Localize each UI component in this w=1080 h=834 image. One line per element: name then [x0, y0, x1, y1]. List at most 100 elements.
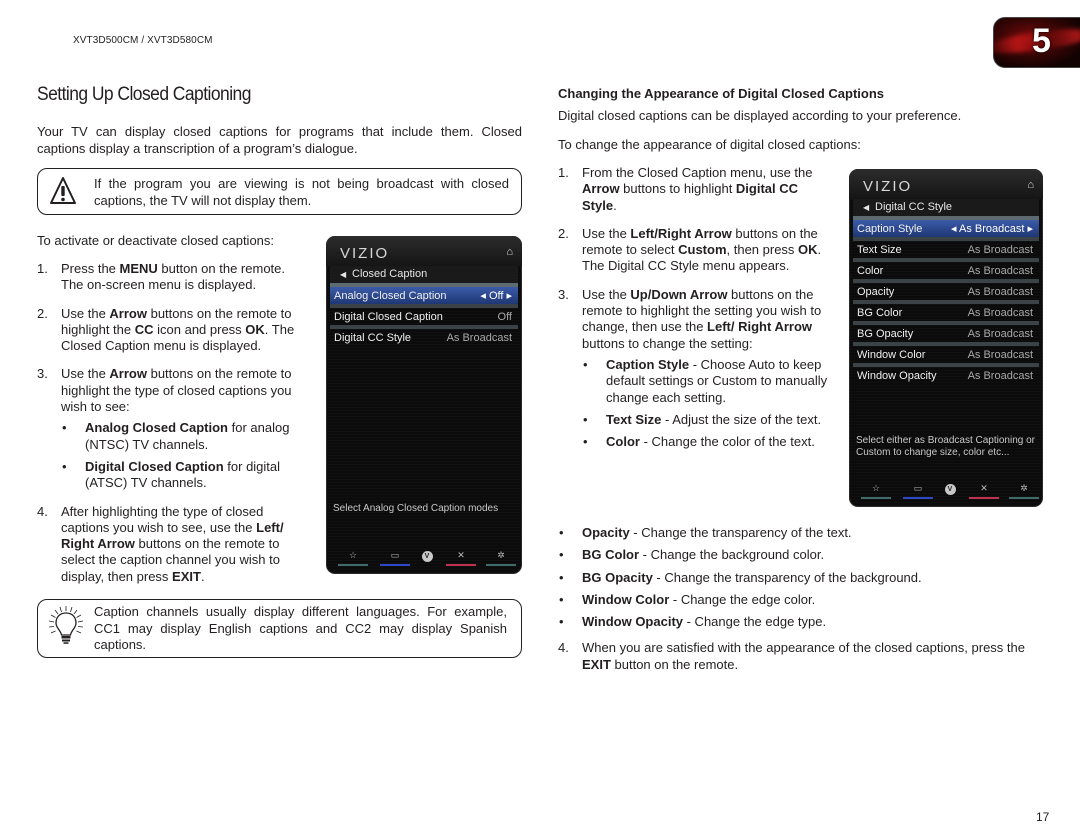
- warning-note: If the program you are viewing is not be…: [37, 168, 522, 215]
- tv-row-label: Opacity: [857, 286, 895, 298]
- button-color-bar: [861, 497, 891, 499]
- star-icon[interactable]: ☆: [861, 483, 891, 499]
- step-number: 1.: [558, 165, 569, 180]
- tv-menu-row[interactable]: Window Color As Broadcast: [853, 342, 1039, 364]
- tv-row-value: As Broadcast: [967, 349, 1033, 361]
- right-step-list: 1. From the Closed Caption menu, use the …: [558, 165, 828, 456]
- emphasis-text: Color: [606, 434, 640, 450]
- step-text: Use the Arrow buttons on the remote to h…: [61, 366, 292, 414]
- body-text: buttons to highlight: [619, 181, 736, 197]
- button-color-bar: [486, 564, 516, 566]
- back-arrow-icon: ◀: [340, 270, 347, 279]
- chapter-tab: 5: [993, 17, 1080, 68]
- tv-row-label: BG Color: [857, 307, 903, 319]
- right-paragraph-2: To change the appearance of digital clos…: [558, 137, 861, 152]
- step-text: Press the MENU button on the remote. The…: [61, 261, 285, 292]
- tv-help-text: Select Analog Closed Caption modes: [333, 503, 499, 514]
- tv-breadcrumb[interactable]: ◀ Digital CC Style: [853, 199, 1039, 216]
- button-color-bar: [446, 564, 476, 566]
- body-text: - Change the edge color.: [669, 591, 816, 607]
- tv-row-label: BG Opacity: [857, 328, 914, 340]
- star-icon[interactable]: ☆: [338, 550, 368, 566]
- tv-menu-row[interactable]: Caption Style ◂ As Broadcast ▸: [853, 216, 1039, 238]
- tv-menu-row[interactable]: Color As Broadcast: [853, 258, 1039, 280]
- steps-lead: To activate or deactivate closed caption…: [37, 233, 275, 248]
- button-color-bar: [380, 564, 410, 566]
- tv-row-value: Off: [497, 311, 512, 323]
- tv-menu-row[interactable]: Opacity As Broadcast: [853, 279, 1039, 301]
- warning-triangle-icon: [49, 176, 77, 211]
- body-text: - Change the color of the text.: [639, 434, 815, 450]
- close-icon[interactable]: ✕: [969, 483, 999, 499]
- tv-row-label: Color: [857, 265, 884, 277]
- back-arrow-icon: ◀: [863, 203, 870, 212]
- emphasis-text: CC: [134, 321, 154, 337]
- tv-row-label: Caption Style: [857, 223, 923, 235]
- emphasis-text: Up/Down Arrow: [630, 286, 728, 302]
- step-item: 2. Use the Left/Right Arrow buttons on th…: [558, 226, 828, 275]
- left-step-list: 1. Press the MENU button on the remote. T…: [37, 261, 307, 585]
- tv-menu-row[interactable]: Digital CC Style As Broadcast: [330, 325, 518, 347]
- body-text: - Adjust the size of the text.: [661, 411, 822, 427]
- tv-row-value: As Broadcast: [967, 265, 1033, 277]
- page-number: 17: [1036, 810, 1050, 824]
- tv-closed-caption-menu: VIZIO ⌂ ◀ Closed Caption Analog Closed Ca…: [326, 236, 522, 574]
- step-item: 3. Use the Up/Down Arrow buttons on the r…: [558, 287, 828, 451]
- tv-breadcrumb[interactable]: ◀ Closed Caption: [330, 266, 518, 283]
- tv-row-label: Digital Closed Caption: [334, 311, 443, 323]
- tv-row-value: As Broadcast: [967, 328, 1033, 340]
- button-glyph: ▭: [390, 550, 400, 560]
- tv-menu-row[interactable]: Text Size As Broadcast: [853, 237, 1039, 259]
- tv-menu-row[interactable]: Analog Closed Caption ◂ Off ▸: [330, 283, 518, 305]
- emphasis-text: OK: [798, 242, 818, 258]
- cc-icon[interactable]: ▭: [380, 550, 410, 566]
- body-text: .: [613, 197, 617, 213]
- step-text: Use the Left/Right Arrow buttons on the …: [582, 226, 821, 274]
- body-text: button on the remote.: [610, 656, 739, 672]
- emphasis-text: Left/ Right Arrow: [707, 319, 812, 335]
- emphasis-text: Arrow: [109, 366, 147, 382]
- vizio-v-icon[interactable]: V: [420, 550, 434, 566]
- emphasis-text: Digital Closed Caption: [85, 458, 224, 474]
- button-glyph: ☆: [871, 483, 881, 493]
- vizio-logo: VIZIO: [340, 245, 390, 262]
- tv-menu-row[interactable]: BG Opacity As Broadcast: [853, 321, 1039, 343]
- body-text: icon and press: [153, 321, 246, 337]
- gear-icon[interactable]: ✲: [486, 550, 516, 566]
- step-number: 3.: [37, 366, 48, 382]
- warning-text: If the program you are viewing is not be…: [94, 176, 509, 208]
- close-icon[interactable]: ✕: [446, 550, 476, 566]
- emphasis-text: EXIT: [172, 568, 201, 584]
- body-text: Use the: [582, 286, 631, 302]
- tv-menu-header: VIZIO ⌂: [326, 236, 522, 266]
- emphasis-text: BG Opacity: [582, 569, 653, 585]
- button-glyph: ✕: [457, 550, 465, 560]
- step-text: Use the Up/Down Arrow buttons on the rem…: [582, 287, 821, 351]
- tv-menu-row[interactable]: Digital Closed Caption Off: [330, 304, 518, 326]
- step-item: 3. Use the Arrow buttons on the remote to…: [37, 366, 307, 491]
- vizio-v-icon[interactable]: V: [943, 483, 957, 499]
- step-text: When you are satisfied with the appearan…: [582, 640, 1025, 671]
- tv-menu-row[interactable]: BG Color As Broadcast: [853, 300, 1039, 322]
- home-icon[interactable]: ⌂: [1027, 179, 1034, 191]
- tv-row-value: As Broadcast: [967, 244, 1033, 256]
- home-icon[interactable]: ⌂: [506, 246, 513, 258]
- vizio-logo: VIZIO: [863, 178, 913, 195]
- bullet-item: Window Color - Change the edge color.: [558, 591, 1038, 609]
- page-title: Setting Up Closed Captioning: [37, 84, 251, 105]
- button-color-bar: [1009, 497, 1039, 499]
- tv-row-value: As Broadcast: [967, 307, 1033, 319]
- cc-icon[interactable]: ▭: [903, 483, 933, 499]
- emphasis-text: Caption Style: [606, 356, 690, 372]
- tv-menu-row[interactable]: Window Opacity As Broadcast: [853, 363, 1039, 385]
- bullet-item: Color - Change the color of the text.: [582, 434, 828, 451]
- bullet-item: BG Color - Change the background color.: [558, 547, 1038, 564]
- button-glyph: ✲: [1020, 483, 1028, 493]
- gear-icon[interactable]: ✲: [1009, 483, 1039, 499]
- emphasis-text: Analog Closed Caption: [85, 420, 228, 436]
- bullet-item: Digital Closed Caption for digital (ATSC…: [61, 459, 307, 492]
- section-heading: Changing the Appearance of Digital Close…: [558, 86, 884, 101]
- tv-bottom-buttons: ☆ ▭ V ✕ ✲: [857, 483, 1039, 499]
- button-glyph: ✕: [980, 483, 988, 493]
- emphasis-text: Window Opacity: [582, 614, 683, 630]
